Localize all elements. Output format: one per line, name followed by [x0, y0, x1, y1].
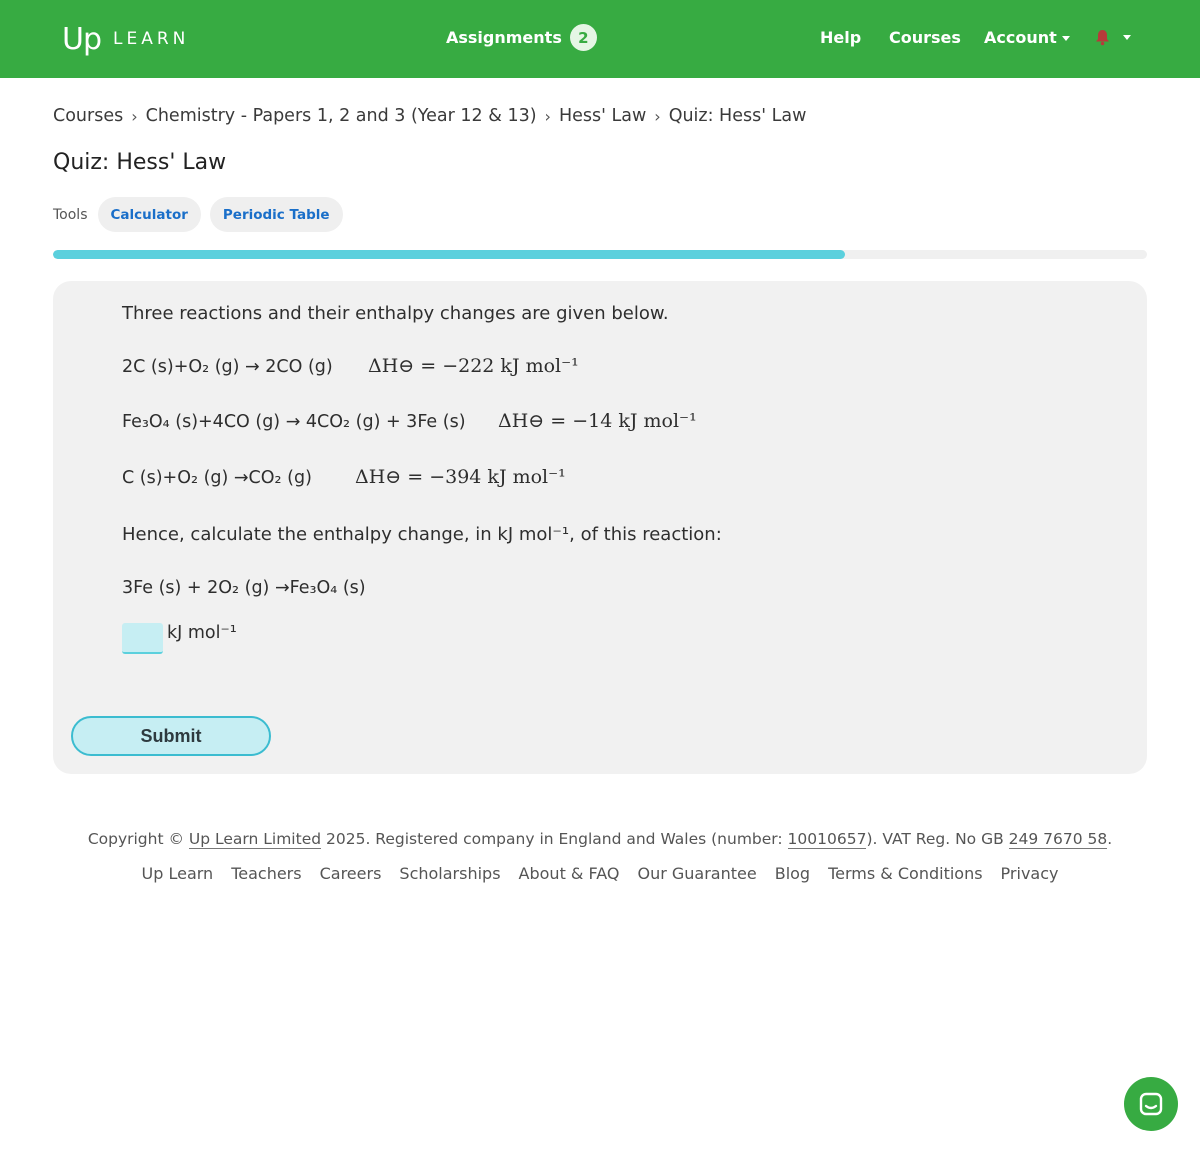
periodic-table-button[interactable]: Periodic Table — [209, 197, 343, 232]
chevron-down-icon — [1123, 35, 1131, 40]
breadcrumb-courses[interactable]: Courses — [53, 106, 123, 126]
help-link[interactable]: Help — [820, 28, 861, 47]
company-number-link[interactable]: 10010657 — [787, 830, 867, 849]
top-navigation-bar: Up LEARN Assignments 2 Help Courses Acco… — [0, 0, 1200, 78]
quiz-progress-fill — [53, 250, 846, 259]
tools-bar: Tools Calculator Periodic Table — [53, 197, 352, 232]
chat-launcher-button[interactable] — [1124, 1077, 1178, 1131]
answer-unit-label: kJ mol⁻¹ — [167, 623, 237, 643]
footer-link-careers[interactable]: Careers — [320, 864, 382, 883]
copyright-vat: ). VAT Reg. No GB — [866, 830, 1009, 848]
copyright-end: . — [1107, 830, 1113, 848]
question-intro: Three reactions and their enthalpy chang… — [122, 303, 669, 324]
account-menu[interactable]: Account — [984, 28, 1070, 47]
question-prompt: Hence, calculate the enthalpy change, in… — [122, 524, 722, 545]
footer-link-teachers[interactable]: Teachers — [231, 864, 301, 883]
footer-links: Up Learn Teachers Careers Scholarships A… — [0, 864, 1200, 883]
breadcrumb-topic[interactable]: Hess' Law — [559, 106, 646, 126]
calculator-button[interactable]: Calculator — [97, 197, 201, 232]
breadcrumb-course[interactable]: Chemistry - Papers 1, 2 and 3 (Year 12 &… — [146, 106, 537, 126]
reaction-2-equation: Fe₃O₄ (s)+4CO (g) → 4CO₂ (g) + 3Fe (s) — [122, 412, 466, 432]
notifications-menu[interactable] — [1095, 29, 1131, 46]
footer-link-scholarships[interactable]: Scholarships — [399, 864, 500, 883]
reaction-1-enthalpy: ΔH⊖ = −222 kJ mol⁻¹ — [368, 355, 579, 377]
courses-link[interactable]: Courses — [889, 28, 961, 47]
reaction-3-equation: C (s)+O₂ (g) →CO₂ (g) — [122, 468, 312, 488]
footer-link-our-guarantee[interactable]: Our Guarantee — [637, 864, 756, 883]
up-learn-logo[interactable]: Up LEARN — [62, 14, 189, 64]
vat-number-link[interactable]: 249 7670 58 — [1008, 830, 1108, 849]
tools-label: Tools — [53, 206, 88, 223]
quiz-progress-bar — [53, 250, 1147, 259]
assignments-link[interactable]: Assignments 2 — [446, 24, 597, 51]
reaction-2-enthalpy: ΔH⊖ = −14 kJ mol⁻¹ — [498, 410, 697, 432]
page-title: Quiz: Hess' Law — [53, 150, 227, 175]
target-reaction: 3Fe (s) + 2O₂ (g) →Fe₃O₄ (s) — [122, 578, 366, 598]
company-link[interactable]: Up Learn Limited — [188, 830, 322, 849]
reaction-1-equation: 2C (s)+O₂ (g) → 2CO (g) — [122, 357, 333, 377]
assignments-label: Assignments — [446, 28, 562, 47]
copyright-notice: Copyright © Up Learn Limited 2025. Regis… — [0, 830, 1200, 849]
logo-mark: Up — [62, 21, 102, 57]
chat-icon — [1139, 1092, 1163, 1116]
question-card: Three reactions and their enthalpy chang… — [53, 281, 1147, 774]
footer-link-privacy[interactable]: Privacy — [1001, 864, 1059, 883]
copyright-middle: 2025. Registered company in England and … — [321, 830, 788, 848]
chevron-right-icon: › — [544, 106, 551, 126]
chevron-right-icon: › — [654, 106, 661, 126]
footer-link-blog[interactable]: Blog — [775, 864, 810, 883]
breadcrumb-current: Quiz: Hess' Law — [668, 106, 807, 126]
chevron-down-icon — [1061, 36, 1070, 41]
copyright-prefix: Copyright © — [87, 830, 189, 848]
logo-text: LEARN — [113, 29, 190, 49]
breadcrumb: Courses › Chemistry - Papers 1, 2 and 3 … — [53, 106, 806, 126]
footer-link-terms[interactable]: Terms & Conditions — [828, 864, 982, 883]
submit-button[interactable]: Submit — [71, 716, 271, 756]
account-label: Account — [984, 28, 1057, 47]
footer-link-about-faq[interactable]: About & FAQ — [519, 864, 620, 883]
footer-link-up-learn[interactable]: Up Learn — [142, 864, 214, 883]
reaction-3-enthalpy: ΔH⊖ = −394 kJ mol⁻¹ — [355, 466, 566, 488]
chevron-right-icon: › — [131, 106, 138, 126]
bell-icon — [1096, 30, 1109, 46]
assignments-count-badge: 2 — [569, 24, 597, 51]
answer-input[interactable] — [122, 623, 163, 654]
